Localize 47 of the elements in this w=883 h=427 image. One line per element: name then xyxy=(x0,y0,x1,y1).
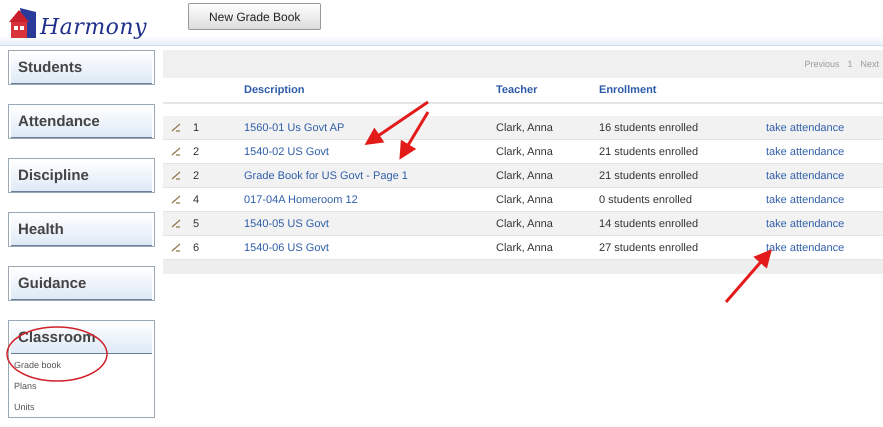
row-number: 2 xyxy=(192,170,200,182)
logo-text: Harmony xyxy=(40,14,148,40)
course-description-link[interactable]: 1540-02 US Govt xyxy=(244,146,329,158)
sidebar-section-title[interactable]: Students xyxy=(11,51,152,84)
column-header[interactable]: Description xyxy=(244,84,305,96)
teacher-name: Clark, Anna xyxy=(496,146,553,158)
teacher-name: Clark, Anna xyxy=(496,170,553,182)
course-description-link[interactable]: 1540-06 US Govt xyxy=(244,242,329,254)
sidebar-link[interactable]: Units xyxy=(9,396,154,417)
teacher-name: Clark, Anna xyxy=(496,194,553,206)
schoolhouse-logo-icon xyxy=(8,6,38,40)
enrollment-count: 14 students enrolled xyxy=(599,218,698,230)
teacher-name: Clark, Anna xyxy=(496,218,553,230)
new-grade-book-button[interactable]: New Grade Book xyxy=(188,3,322,30)
edit-icon[interactable] xyxy=(171,219,181,228)
edit-icon[interactable] xyxy=(171,243,181,252)
sidebar-section-title[interactable]: Classroom xyxy=(11,321,152,354)
course-description-link[interactable]: 017-04A Homeroom 12 xyxy=(244,194,358,206)
enrollment-count: 21 students enrolled xyxy=(599,170,698,182)
sidebar-section-title[interactable]: Health xyxy=(11,213,152,246)
take-attendance-link[interactable]: take attendance xyxy=(766,194,844,206)
enrollment-count: 16 students enrolled xyxy=(599,122,698,134)
edit-icon[interactable] xyxy=(171,123,181,132)
row-number: 5 xyxy=(192,218,200,230)
row-number: 2 xyxy=(192,146,200,158)
edit-icon[interactable] xyxy=(171,147,181,156)
row-number: 4 xyxy=(192,194,200,206)
enrollment-count: 0 students enrolled xyxy=(599,194,692,206)
sidebar-section-title[interactable]: Attendance xyxy=(11,105,152,138)
enrollment-count: 27 students enrolled xyxy=(599,242,698,254)
sidebar-link[interactable]: Plans xyxy=(9,375,154,396)
sidebar-section-title[interactable]: Guidance xyxy=(11,267,152,300)
enrollment-count: 21 students enrolled xyxy=(599,146,698,158)
edit-icon[interactable] xyxy=(171,171,181,180)
edit-icon[interactable] xyxy=(171,195,181,204)
teacher-name: Clark, Anna xyxy=(496,122,553,134)
teacher-name: Clark, Anna xyxy=(496,242,553,254)
column-header[interactable]: Enrollment xyxy=(599,84,656,96)
column-header[interactable]: Teacher xyxy=(496,84,538,96)
sidebar-section-title[interactable]: Discipline xyxy=(11,159,152,192)
course-description-link[interactable]: 1540-05 US Govt xyxy=(244,218,329,230)
take-attendance-link[interactable]: take attendance xyxy=(766,242,844,254)
course-description-link[interactable]: 1560-01 Us Govt AP xyxy=(244,122,344,134)
row-number: 6 xyxy=(192,242,200,254)
take-attendance-link[interactable]: take attendance xyxy=(766,146,844,158)
row-number: 1 xyxy=(192,122,200,134)
sidebar-link[interactable]: Grade book xyxy=(9,354,154,375)
